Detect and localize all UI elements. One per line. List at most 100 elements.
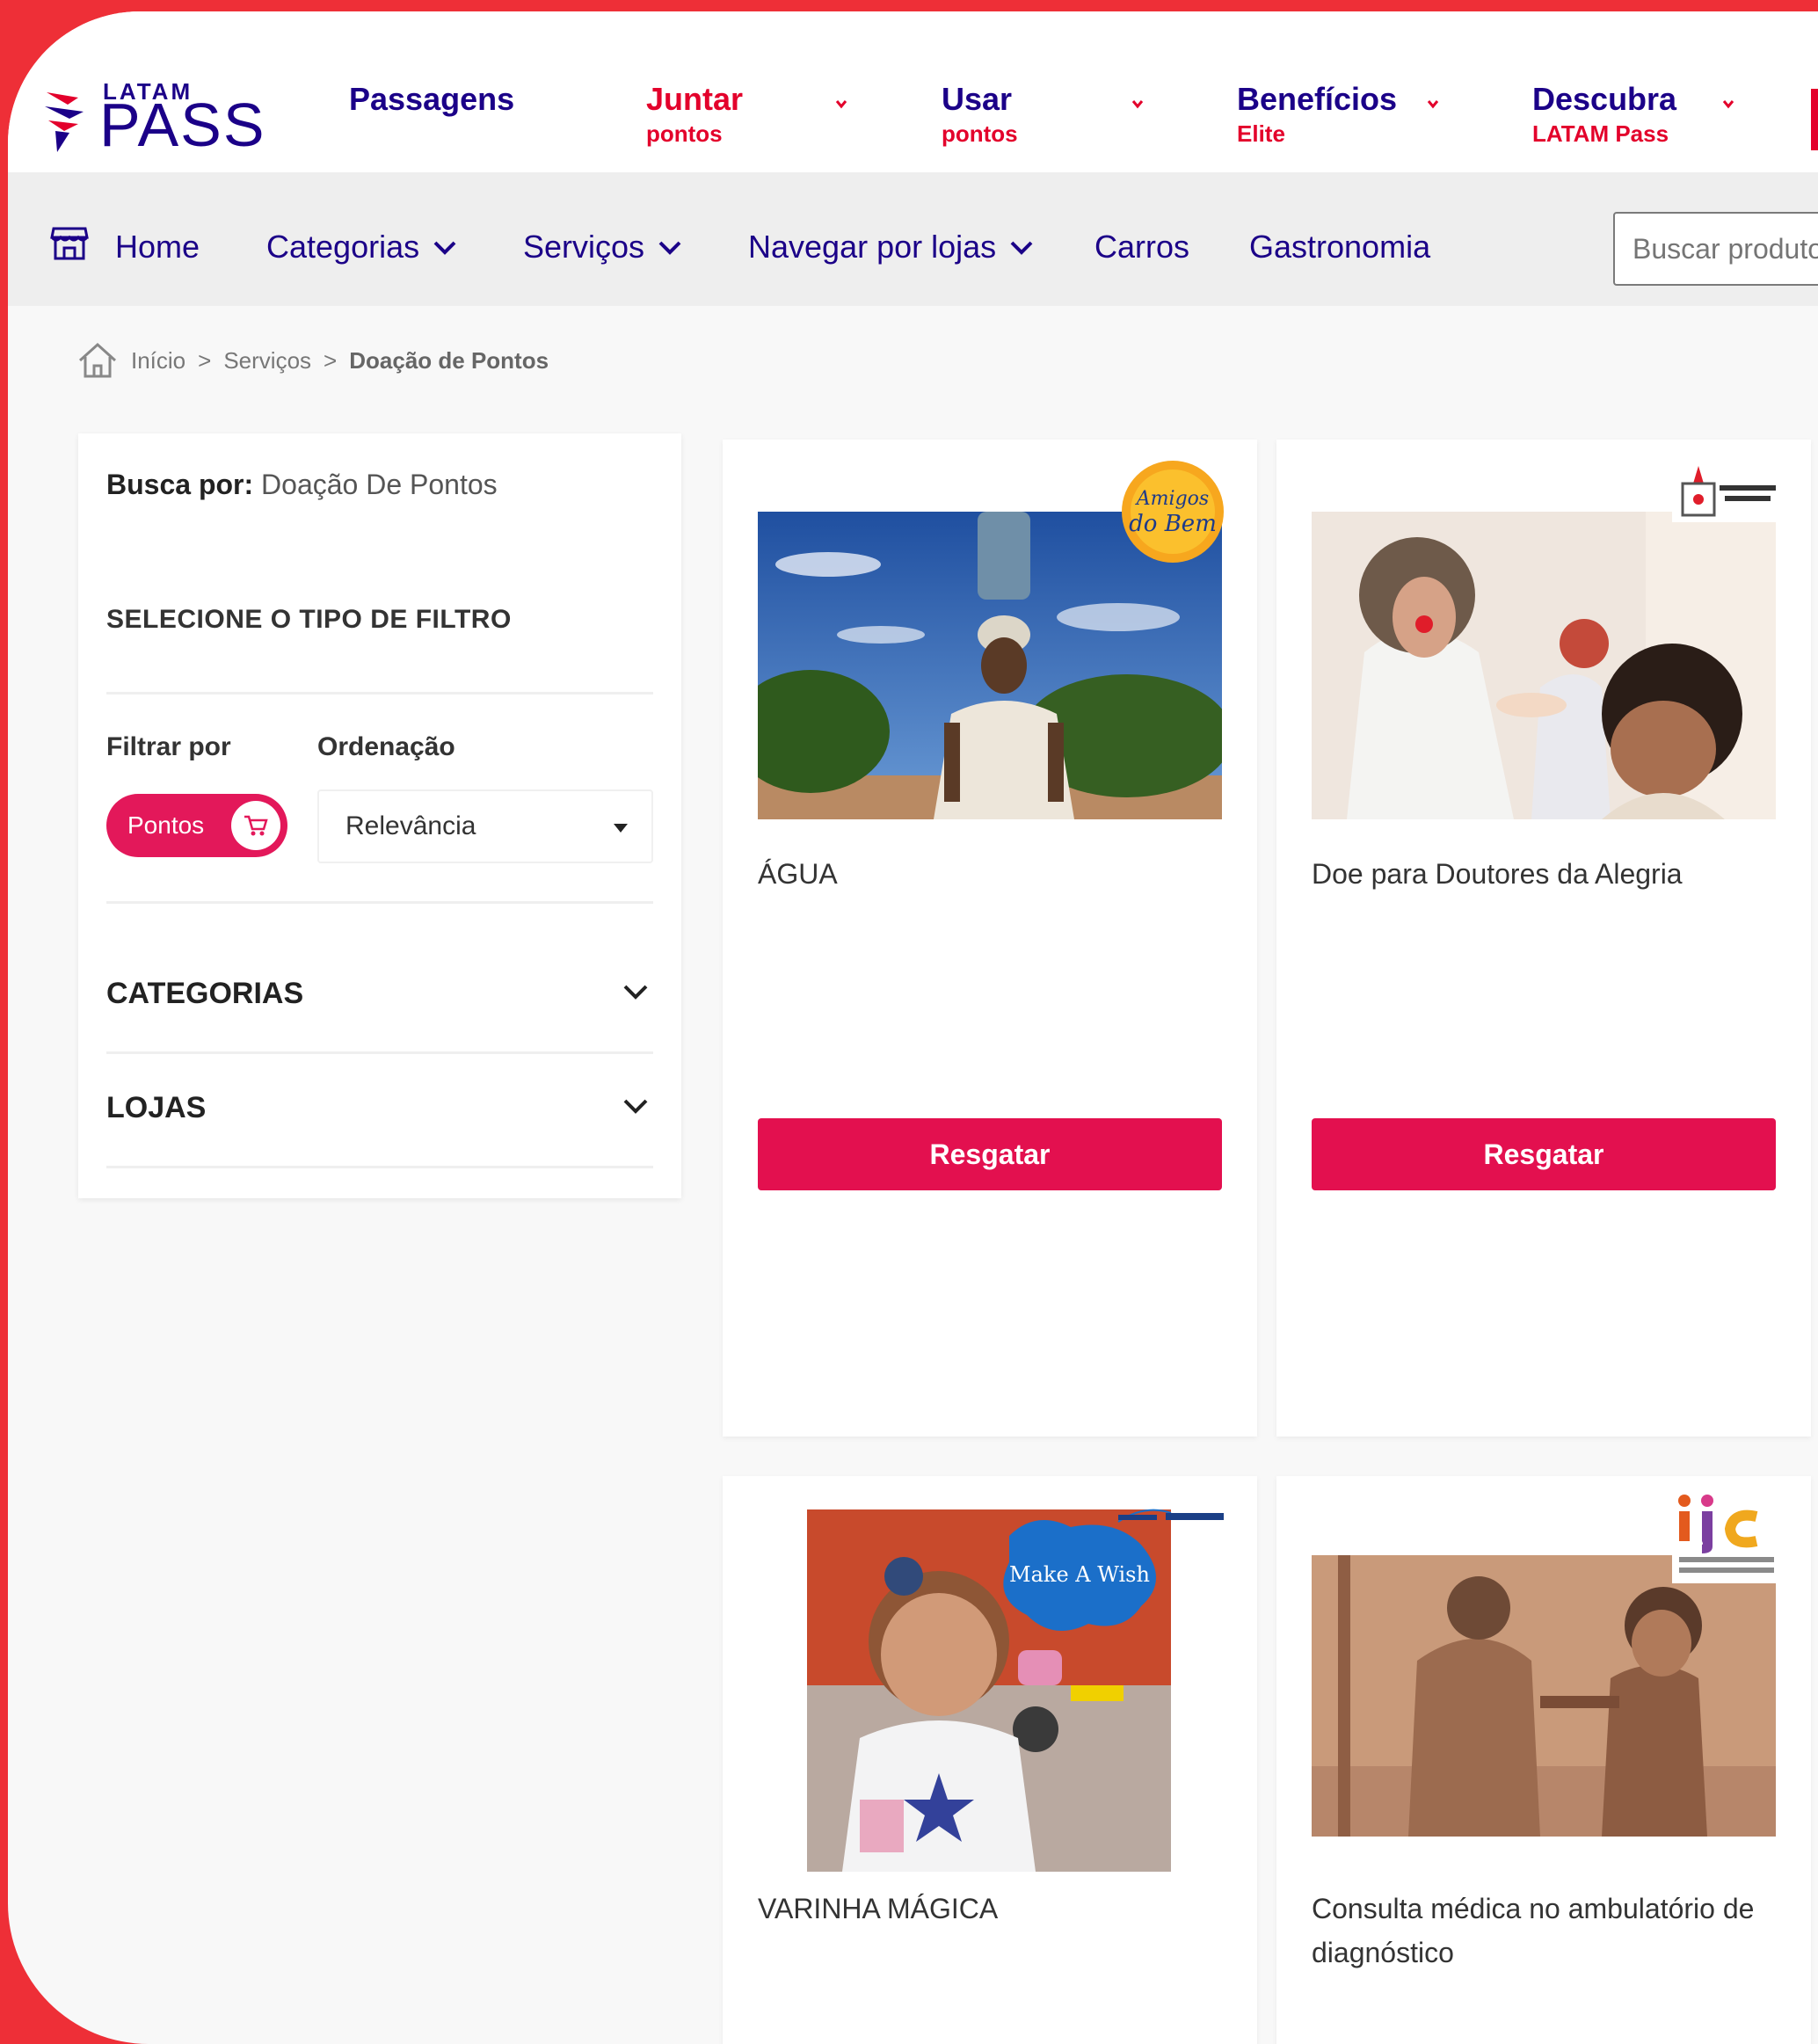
header-edge-accent — [1811, 89, 1818, 150]
product-title[interactable]: Consulta médica no ambulatório de diagnó… — [1312, 1888, 1786, 1975]
categories-accordion-label: CATEGORIAS — [106, 977, 304, 1010]
product-card[interactable]: Make A Wish VARINHA MÁGICA — [723, 1476, 1257, 2044]
stores-accordion-label: LOJAS — [106, 1091, 207, 1124]
breadcrumb-home[interactable]: Início — [131, 347, 185, 375]
latam-pass-logo[interactable]: LATAM PASS — [43, 73, 280, 161]
nav-beneficios[interactable]: Benefícios Elite — [1237, 82, 1397, 148]
cart-icon — [244, 815, 268, 836]
product-title[interactable]: VARINHA MÁGICA — [758, 1888, 998, 1931]
logo-pass-text: PASS — [99, 91, 266, 159]
store-icon — [50, 227, 89, 260]
svg-text:do Bem: do Bem — [1129, 511, 1217, 537]
search-summary: Busca por: Doação De Pontos — [106, 469, 498, 501]
subnav-carros[interactable]: Carros — [1094, 229, 1189, 266]
redeem-button[interactable]: Resgatar — [758, 1118, 1222, 1190]
chevron-down-icon[interactable] — [1427, 98, 1439, 110]
breadcrumb: Início > Serviços > Doação de Pontos — [76, 341, 549, 380]
chevron-down-icon — [658, 241, 681, 255]
amigos-do-bem-logo: Amigos do Bem — [1122, 461, 1224, 563]
nav-beneficios-label: Benefícios — [1237, 81, 1398, 117]
product-title[interactable]: ÁGUA — [758, 853, 838, 897]
subnav-gastronomia-label: Gastronomia — [1249, 229, 1431, 265]
product-title[interactable]: Doe para Doutores da Alegria — [1312, 853, 1683, 897]
filter-by-label: Filtrar por — [106, 732, 231, 761]
subnav-navegar-lojas[interactable]: Navegar por lojas — [748, 229, 1035, 266]
search-summary-label: Busca por: — [106, 469, 254, 500]
toggle-knob — [231, 801, 280, 850]
product-image-clowns — [1312, 512, 1776, 819]
points-filter-label: Pontos — [127, 811, 205, 839]
chevron-down-icon[interactable] — [835, 98, 847, 110]
chevron-down-icon — [433, 241, 456, 255]
product-photo: Make A Wish — [807, 1509, 1171, 1872]
points-filter-toggle[interactable]: Pontos — [106, 794, 287, 857]
svg-text:Amigos: Amigos — [1135, 488, 1209, 510]
divider — [106, 1051, 653, 1054]
subnav-carros-label: Carros — [1094, 229, 1190, 265]
breadcrumb-servicos[interactable]: Serviços — [223, 347, 311, 375]
filter-type-heading: SELECIONE O TIPO DE FILTRO — [106, 605, 512, 634]
product-card[interactable]: Amigos do Bem ÁGUA Resgatar — [723, 440, 1257, 1437]
filter-sidebar: Busca por: Doação De Pontos SELECIONE O … — [78, 433, 681, 1198]
caret-down-icon — [614, 824, 628, 833]
top-header: LATAM PASS Passagens Juntar pontos Usar … — [8, 11, 1818, 172]
breadcrumb-separator: > — [324, 346, 338, 374]
subnav-navegar-lojas-label: Navegar por lojas — [748, 229, 997, 265]
nav-beneficios-sub: Elite — [1237, 120, 1285, 147]
subnav-gastronomia[interactable]: Gastronomia — [1249, 229, 1430, 266]
chevron-down-icon[interactable] — [1722, 98, 1734, 110]
sort-select[interactable]: Relevância — [317, 789, 653, 863]
search-input[interactable] — [1633, 232, 1818, 266]
chevron-down-icon[interactable] — [1131, 98, 1144, 110]
stores-accordion[interactable]: LOJAS — [106, 1091, 653, 1125]
product-card[interactable]: Consulta médica no ambulatório de diagnó… — [1276, 1476, 1811, 2044]
product-image-make-a-wish: Make A Wish — [807, 1509, 1171, 1872]
ijc-badge — [1672, 1492, 1781, 1583]
sort-label: Ordenação — [317, 732, 455, 761]
svg-text:Make A Wish: Make A Wish — [1009, 1562, 1150, 1587]
nav-passagens-label: Passagens — [349, 81, 515, 117]
ijc-logo — [1672, 1495, 1781, 1583]
nav-juntar-label: Juntar — [646, 81, 744, 117]
categories-accordion[interactable]: CATEGORIAS — [106, 977, 653, 1011]
latam-logo-icon — [45, 92, 84, 152]
search-summary-value: Doação De Pontos — [261, 469, 498, 500]
make-a-wish-badge — [1109, 1499, 1233, 1534]
nav-usar-label: Usar — [942, 81, 1013, 117]
chevron-down-icon — [623, 985, 648, 1000]
chevron-down-icon — [623, 1099, 648, 1114]
nav-descubra[interactable]: Descubra LATAM Pass — [1532, 82, 1676, 148]
redeem-button[interactable]: Resgatar — [1312, 1118, 1776, 1190]
doutores-alegria-logo — [1672, 461, 1779, 522]
nav-descubra-label: Descubra — [1532, 81, 1677, 117]
divider — [106, 901, 653, 904]
product-photo — [1312, 1555, 1776, 1837]
subnav-home[interactable]: Home — [115, 229, 200, 266]
subnav-categorias[interactable]: Categorias — [266, 229, 458, 266]
subnav-home-label: Home — [115, 229, 200, 265]
divider — [106, 692, 653, 695]
product-card[interactable]: Doe para Doutores da Alegria Resgatar — [1276, 440, 1811, 1437]
home-icon[interactable] — [76, 341, 119, 380]
chevron-down-icon — [1010, 241, 1033, 255]
subnav-servicos-label: Serviços — [523, 229, 645, 265]
product-photo — [1312, 512, 1776, 819]
app-frame: LATAM PASS Passagens Juntar pontos Usar … — [8, 11, 1818, 2044]
make-a-wish-logo — [1117, 1509, 1224, 1523]
search-box — [1613, 212, 1818, 286]
nav-usar[interactable]: Usar pontos — [942, 82, 1018, 148]
nav-juntar[interactable]: Juntar pontos — [646, 82, 743, 148]
subnav-servicos[interactable]: Serviços — [523, 229, 683, 266]
nav-descubra-sub: LATAM Pass — [1532, 120, 1669, 147]
sort-select-value: Relevância — [345, 811, 476, 840]
breadcrumb-current: Doação de Pontos — [349, 346, 549, 374]
divider — [106, 1166, 653, 1168]
breadcrumb-separator: > — [198, 346, 212, 374]
nav-passagens[interactable]: Passagens — [349, 82, 514, 117]
product-image-consultation — [1312, 1555, 1776, 1837]
amigos-do-bem-badge: Amigos do Bem — [1120, 459, 1225, 564]
doutores-alegria-badge — [1672, 461, 1779, 522]
nav-juntar-sub: pontos — [646, 120, 723, 147]
subnav-categorias-label: Categorias — [266, 229, 420, 265]
nav-usar-sub: pontos — [942, 120, 1018, 147]
